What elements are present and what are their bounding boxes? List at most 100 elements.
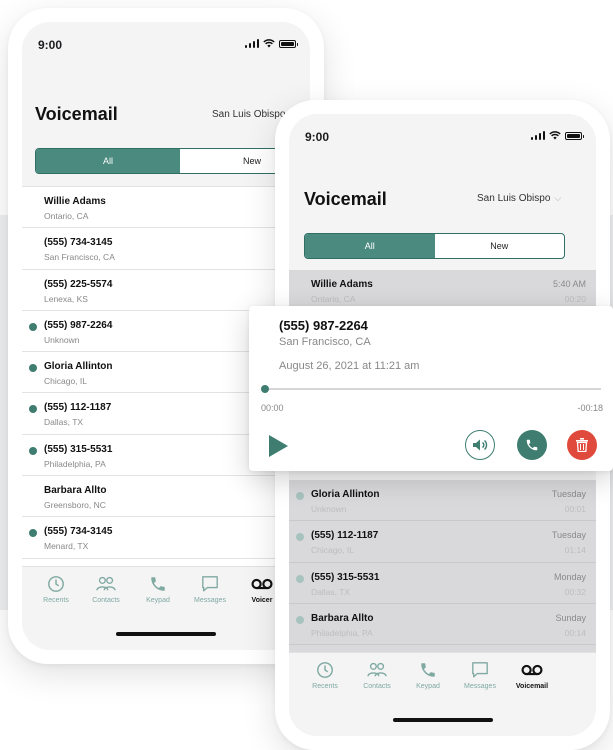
- caller-location: Dallas, TX: [311, 586, 351, 597]
- status-bar: 9:00: [289, 114, 596, 148]
- caller-name: Barbara Allto: [311, 612, 374, 624]
- voicemail-time: Sunday: [555, 612, 586, 623]
- voicemail-duration: 00:20: [564, 294, 586, 304]
- signal-icon: [244, 39, 259, 48]
- voicemail-row[interactable]: Willie AdamsOntario, CA5:4: [22, 187, 310, 229]
- voicemail-row[interactable]: Barbara Allto Philadelphia, PA Sunday 00:14: [289, 603, 596, 646]
- caller-name: (555) 987-2264: [44, 319, 113, 331]
- location-label: San Luis Obispo: [212, 109, 286, 120]
- trash-icon: [576, 438, 588, 452]
- delete-button[interactable]: [567, 430, 597, 460]
- message-icon: [184, 575, 236, 593]
- speaker-icon: [473, 439, 488, 451]
- home-indicator: [392, 718, 493, 722]
- message-icon: [454, 661, 506, 679]
- voicemail-row[interactable]: (555) 734-3145Saturday: [289, 645, 596, 652]
- tab-voicemail[interactable]: Voicemail: [506, 661, 558, 690]
- phone-icon: [402, 661, 454, 679]
- status-bar: 9:00: [22, 22, 310, 56]
- voicemail-row[interactable]: Barbara AlltoGreensboro, NCSatu(: [22, 476, 310, 518]
- caller-location: Philadelphia, PA: [311, 627, 373, 638]
- caller-name: (555) 315-5531: [311, 571, 380, 583]
- tab-clock[interactable]: Recents: [30, 575, 82, 604]
- tab-clock[interactable]: Recents: [299, 661, 351, 690]
- phone-icon: [526, 439, 538, 451]
- remaining-time: -00:18: [577, 403, 603, 413]
- voicemail-duration: 00:14: [564, 627, 586, 638]
- wifi-icon: [549, 131, 561, 140]
- tab-label: Messages: [194, 597, 226, 604]
- speaker-button[interactable]: [465, 430, 495, 460]
- tab-contacts[interactable]: Contacts: [80, 575, 132, 604]
- play-icon[interactable]: [267, 434, 289, 458]
- status-time: 9:00: [305, 130, 330, 144]
- caller-location: Greensboro, NC: [44, 500, 106, 511]
- unread-dot: [296, 574, 304, 583]
- voicemail-row[interactable]: (555) 112-1187 Chicago, IL Tuesday 01:14: [289, 521, 596, 563]
- caller-location: San Francisco, CA: [44, 252, 115, 263]
- caller-location: Unknown: [44, 334, 80, 345]
- caller-name: Barbara Allto: [44, 485, 107, 497]
- caller-name: (555) 734-3145: [44, 237, 113, 249]
- voicemail-duration: 01:14: [564, 545, 586, 556]
- caller-location: Menard, TX: [44, 541, 89, 552]
- voicemail-row[interactable]: Gloria Allinton Unknown Tuesday 00:01: [289, 480, 596, 522]
- filter-all-tab[interactable]: All: [36, 149, 180, 173]
- status-time: 9:00: [38, 38, 63, 52]
- voicemail-row[interactable]: (555) 225-5574Lenexa, KSYest(: [22, 269, 310, 311]
- tab-contacts[interactable]: Contacts: [351, 661, 403, 690]
- playback-scrubber[interactable]: [265, 388, 601, 390]
- tab-label: Recents: [312, 683, 338, 690]
- tab-message[interactable]: Messages: [454, 661, 506, 690]
- voicemail-duration: 00:32: [564, 586, 586, 597]
- voicemail-date: August 26, 2021 at 11:21 am: [279, 360, 420, 372]
- tab-label: Voicemail: [515, 683, 549, 690]
- filter-segmented-control: All New: [35, 148, 310, 174]
- tab-bar: Recents Contacts Keypad Messages Voicemail: [289, 652, 596, 736]
- caller-name: Willie Adams: [44, 196, 106, 207]
- elapsed-time: 00:00: [261, 403, 284, 413]
- tab-phone[interactable]: Keypad: [402, 661, 454, 690]
- voicemail-row[interactable]: (555) 734-3145San Francisco, CAYeste: [22, 228, 310, 270]
- location-selector[interactable]: San Luis Obispo⌵: [477, 193, 561, 204]
- voicemail-icon: [506, 661, 558, 679]
- tab-message[interactable]: Messages: [184, 575, 236, 604]
- caller-name: (555) 315-5531: [44, 443, 113, 455]
- caller-name: (555) 112-1187: [311, 530, 379, 542]
- contacts-icon: [80, 575, 132, 593]
- caller-location: Ontario, CA: [311, 294, 356, 304]
- caller-location: Dallas, TX: [44, 417, 84, 428]
- voicemail-time: Tuesday: [551, 489, 586, 499]
- home-indicator: [116, 632, 216, 636]
- unread-dot: [29, 364, 37, 373]
- voicemail-list: Gloria Allinton Unknown Tuesday 00:01 (555) …: [289, 480, 596, 652]
- voicemail-time: 5:40 AM: [552, 279, 586, 289]
- caller-number: (555) 987-2264: [279, 318, 368, 333]
- caller-location: Ontario, CA: [44, 211, 89, 221]
- tab-label: Contacts: [92, 597, 120, 604]
- tab-label: Keypad: [146, 597, 170, 604]
- voicemail-row[interactable]: Ashley JamesHouston, TX08/1: [22, 558, 310, 566]
- tab-phone[interactable]: Keypad: [132, 575, 184, 604]
- caller-name: (555) 112-1187: [44, 402, 112, 414]
- caller-location: San Francisco, CA: [279, 336, 371, 348]
- filter-all-tab[interactable]: All: [305, 234, 435, 258]
- voicemail-row[interactable]: (555) 734-3145Menard, TX08/1(: [22, 517, 310, 559]
- call-back-button[interactable]: [517, 430, 547, 460]
- phone-icon: [132, 575, 184, 593]
- tab-label: Contacts: [363, 683, 391, 690]
- filter-segmented-control: All New: [304, 233, 565, 259]
- voicemail-player-card: (555) 987-2264 San Francisco, CA August …: [249, 306, 613, 471]
- scrubber-handle[interactable]: [261, 385, 269, 393]
- battery-icon: [565, 131, 584, 140]
- filter-new-tab[interactable]: New: [435, 234, 565, 258]
- voicemail-duration: 00:01: [564, 504, 586, 514]
- clock-icon: [299, 661, 351, 679]
- caller-location: Unknown: [311, 504, 347, 514]
- caller-name: (555) 225-5574: [44, 278, 113, 290]
- clock-icon: [30, 575, 82, 593]
- battery-icon: [279, 39, 298, 48]
- caller-location: Philadelphia, PA: [44, 458, 106, 469]
- voicemail-row[interactable]: (555) 315-5531 Dallas, TX Monday 00:32: [289, 562, 596, 604]
- unread-dot: [29, 405, 37, 414]
